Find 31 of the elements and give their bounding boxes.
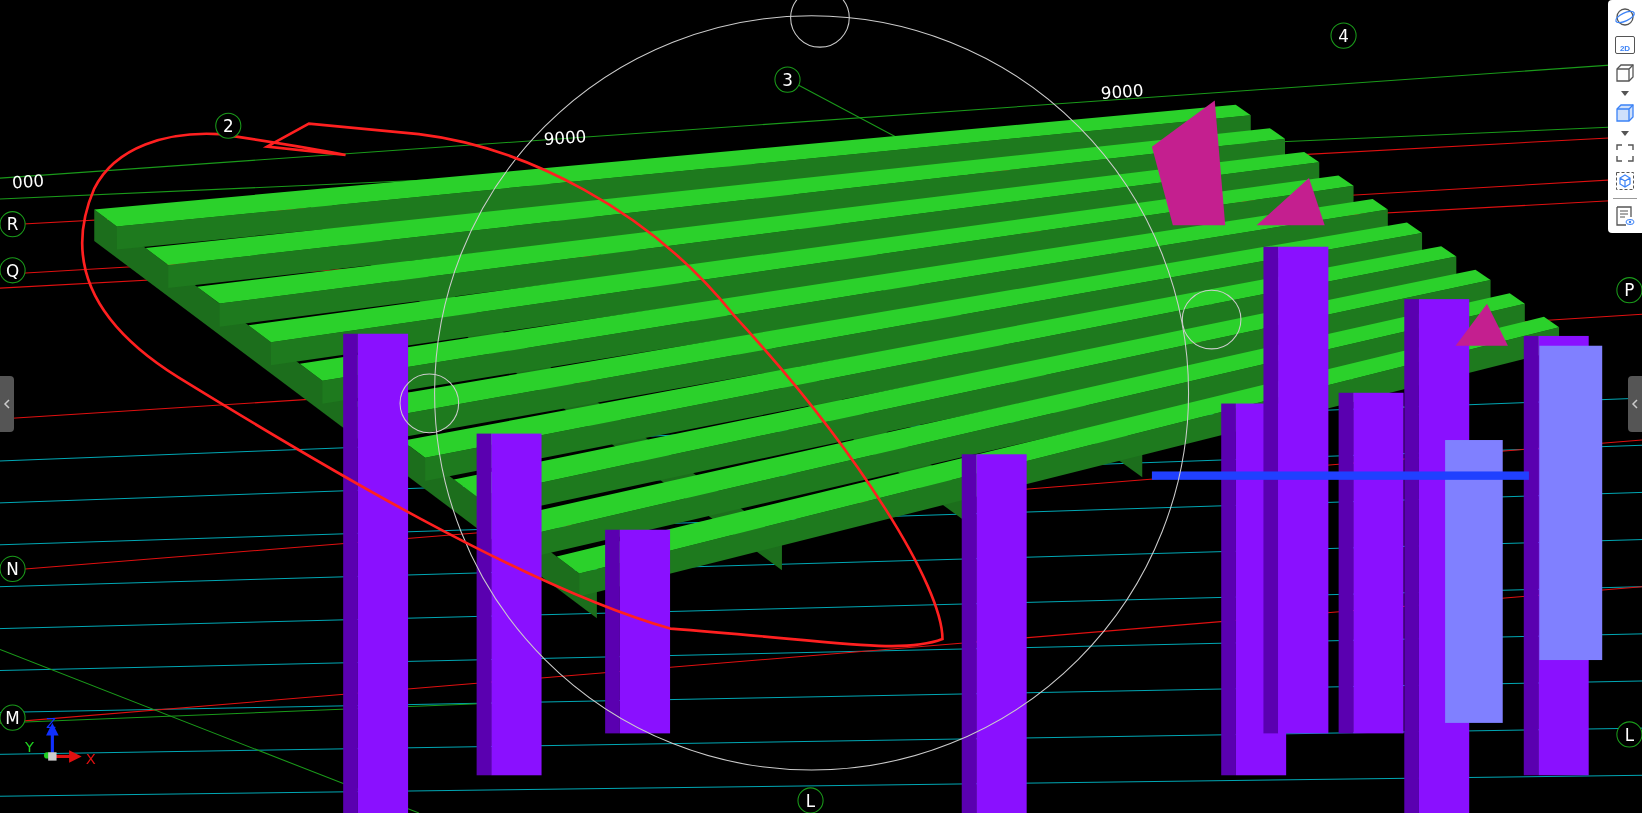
grid-axis-bubble: Q	[0, 257, 26, 284]
dimension-label: 9000	[1100, 80, 1145, 103]
grid-axis-bubble: 3	[774, 66, 801, 93]
framed-cube-icon	[1615, 171, 1635, 191]
caret-icon	[1621, 130, 1629, 136]
zoom-extents-icon	[1615, 143, 1635, 163]
orbit-handle[interactable]	[790, 0, 850, 48]
orbit-icon	[1614, 7, 1636, 27]
grid-axis-bubble: N	[0, 555, 26, 582]
caret-icon	[1621, 90, 1629, 96]
chevron-left-icon	[3, 399, 11, 409]
dimension-label: 9000	[543, 126, 588, 149]
grid-axis-bubble: L	[1616, 721, 1642, 748]
document-view-icon	[1615, 205, 1635, 227]
cube-icon	[1615, 103, 1635, 123]
orbit-guide-circle[interactable]	[434, 15, 1190, 771]
grid-axis-bubble: L	[797, 787, 824, 813]
orbit-handle[interactable]	[1181, 289, 1242, 350]
dropdown-caret[interactable]	[1618, 128, 1632, 138]
right-panel-handle[interactable]	[1628, 376, 1642, 432]
chevron-left-icon	[1631, 399, 1639, 409]
grid-axis-bubble: R	[0, 211, 26, 238]
grid-axis-bubble: P	[1616, 277, 1642, 304]
left-panel-handle[interactable]	[0, 376, 14, 432]
dimension-label: 000	[11, 170, 45, 193]
cube-icon	[1615, 63, 1635, 83]
grid-axis-bubble: 2	[215, 112, 242, 139]
grid-axis-bubble: 4	[1330, 22, 1357, 49]
dropdown-caret[interactable]	[1618, 88, 1632, 98]
orbit-handle[interactable]	[399, 373, 460, 434]
grid-axis-bubble: M	[0, 704, 26, 731]
